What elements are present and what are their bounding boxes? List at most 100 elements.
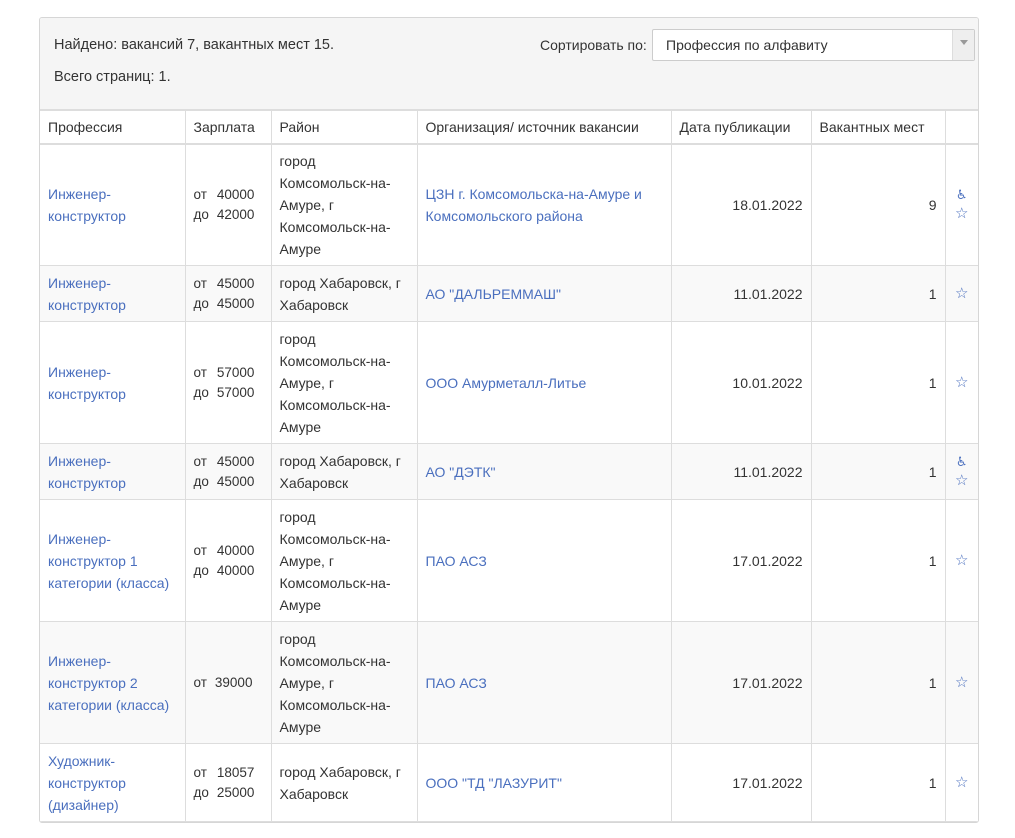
cell-profession: Художник-конструктор (дизайнер) (40, 743, 186, 822)
organization-link[interactable]: ООО "ТД "ЛАЗУРИТ" (426, 775, 562, 791)
cell-date: 11.01.2022 (670, 265, 812, 322)
salary-to: 42000 (216, 206, 255, 222)
cell-profession: Инженер-конструктор (40, 443, 186, 500)
salary-to: 45000 (216, 473, 255, 489)
col-header-count[interactable]: Вакантных мест (810, 110, 946, 145)
organization-link[interactable]: АО "ДЭТК" (426, 464, 496, 480)
cell-profession: Инженер-конструктор 2 категории (класса) (40, 621, 186, 744)
pages-total: Всего страниц: 1. (54, 69, 171, 85)
cell-salary: от 40000 до 42000 (184, 143, 272, 266)
table-row: Художник-конструктор (дизайнер) от 18057 до… (40, 743, 978, 822)
cell-salary: от 40000 до 40000 (184, 499, 272, 622)
sort-label: Сортировать по: (540, 37, 647, 53)
table-row: Инженер-конструктор от 57000 до 57000 город К… (40, 321, 978, 444)
col-header-date[interactable]: Дата публикации (670, 110, 812, 145)
organization-link[interactable]: ПАО АСЗ (426, 675, 487, 691)
salary-to: 40000 (216, 562, 255, 578)
cell-district: город Комсомольск-на-Амуре, г Комсомольс… (270, 499, 418, 622)
cell-organization: ООО Амурметалл-Литье (416, 321, 672, 444)
cell-organization: ПАО АСЗ (416, 621, 672, 744)
table-row: Инженер-конструктор 1 категории (класса)… (40, 499, 978, 622)
organization-link[interactable]: АО "ДАЛЬРЕММАШ" (426, 286, 561, 302)
salary-from: 57000 (216, 364, 255, 380)
salary-range: от 45000 до 45000 (194, 274, 255, 314)
profession-link[interactable]: Инженер-конструктор (48, 275, 126, 313)
sort-dropdown-toggle[interactable] (952, 30, 974, 60)
cell-profession: Инженер-конструктор (40, 265, 186, 322)
star-icon[interactable]: ☆ (954, 551, 971, 571)
profession-link[interactable]: Инженер-конструктор 1 категории (класса) (48, 531, 169, 591)
col-header-actions (944, 110, 978, 145)
cell-organization: АО "ДАЛЬРЕММАШ" (416, 265, 672, 322)
salary-from: 45000 (216, 275, 255, 291)
profession-link[interactable]: Художник-конструктор (дизайнер) (48, 753, 126, 813)
star-icon[interactable]: ☆ (954, 204, 971, 224)
results-header: Найдено: вакансий 7, вакантных мест 15. … (40, 18, 978, 110)
cell-actions: ♿ ☆ (944, 443, 978, 500)
organization-link[interactable]: ПАО АСЗ (426, 553, 487, 569)
cell-salary: от 45000 до 45000 (184, 265, 272, 322)
organization-link[interactable]: ООО Амурметалл-Литье (426, 375, 587, 391)
cell-profession: Инженер-конструктор 1 категории (класса) (40, 499, 186, 622)
star-icon[interactable]: ☆ (954, 471, 971, 491)
cell-vacancy-count: 9 (810, 143, 946, 266)
salary-from-label: от (193, 275, 207, 291)
cell-profession: Инженер-конструктор (40, 321, 186, 444)
profession-link[interactable]: Инженер-конструктор (48, 453, 126, 491)
cell-date: 17.01.2022 (670, 499, 812, 622)
sort-select[interactable]: Профессия по алфавиту (652, 29, 975, 61)
salary-to-label: до (193, 473, 209, 489)
cell-vacancy-count: 1 (810, 265, 946, 322)
col-header-profession[interactable]: Профессия (40, 110, 186, 145)
salary-from-label: от (193, 674, 207, 690)
salary-range: от 40000 до 42000 (194, 185, 255, 225)
star-icon[interactable]: ☆ (954, 773, 971, 793)
table-row: Инженер-конструктор от 45000 до 45000 город Х… (40, 265, 978, 322)
salary-from-label: от (193, 542, 207, 558)
table-header-row: Профессия Зарплата Район Организация/ ис… (40, 110, 978, 145)
profession-link[interactable]: Инженер-конструктор 2 категории (класса) (48, 653, 169, 713)
cell-district: город Комсомольск-на-Амуре, г Комсомольс… (270, 143, 418, 266)
cell-organization: ПАО АСЗ (416, 499, 672, 622)
star-icon[interactable]: ☆ (954, 284, 971, 304)
star-icon[interactable]: ☆ (954, 673, 971, 693)
salary-from-label: от (193, 764, 207, 780)
cell-date: 17.01.2022 (670, 743, 812, 822)
cell-actions: ☆ (944, 743, 978, 822)
results-summary: Найдено: вакансий 7, вакантных мест 15. (54, 37, 335, 53)
salary-to: 45000 (216, 295, 255, 311)
salary-from: 45000 (216, 453, 255, 469)
cell-date: 17.01.2022 (670, 621, 812, 744)
salary-to: 57000 (216, 384, 255, 400)
col-header-district[interactable]: Район (270, 110, 418, 145)
sort-selected-value: Профессия по алфавиту (666, 37, 828, 53)
salary-from: 40000 (216, 186, 255, 202)
vacancies-table: Профессия Зарплата Район Организация/ ис… (40, 110, 978, 822)
salary-from: 40000 (216, 542, 255, 558)
cell-district: город Хабаровск, г Хабаровск (270, 443, 418, 500)
salary-to-label: до (193, 206, 209, 222)
table-row: Инженер-конструктор 2 категории (класса)… (40, 621, 978, 744)
cell-actions: ☆ (944, 499, 978, 622)
organization-link[interactable]: ЦЗН г. Комсомольска-на-Амуре и Комсомоль… (426, 186, 642, 224)
salary-range: от 57000 до 57000 (194, 363, 255, 403)
cell-date: 11.01.2022 (670, 443, 812, 500)
cell-salary: от 39000 (184, 621, 272, 744)
cell-organization: АО "ДЭТК" (416, 443, 672, 500)
salary-to-label: до (193, 562, 209, 578)
cell-actions: ☆ (944, 621, 978, 744)
salary-from-label: от (193, 453, 207, 469)
salary-from: 39000 (214, 674, 253, 690)
salary-to-label: до (193, 784, 209, 800)
salary-from-label: от (193, 364, 207, 380)
star-icon[interactable]: ☆ (954, 373, 971, 393)
profession-link[interactable]: Инженер-конструктор (48, 186, 126, 224)
table-row: Инженер-конструктор от 40000 до 42000 город К… (40, 143, 978, 266)
col-header-salary[interactable]: Зарплата (184, 110, 272, 145)
profession-link[interactable]: Инженер-конструктор (48, 364, 126, 402)
chevron-down-icon (960, 40, 968, 45)
col-header-organization[interactable]: Организация/ источник вакансии (416, 110, 672, 145)
cell-vacancy-count: 1 (810, 743, 946, 822)
wheelchair-icon: ♿ (955, 453, 968, 469)
cell-actions: ☆ (944, 265, 978, 322)
